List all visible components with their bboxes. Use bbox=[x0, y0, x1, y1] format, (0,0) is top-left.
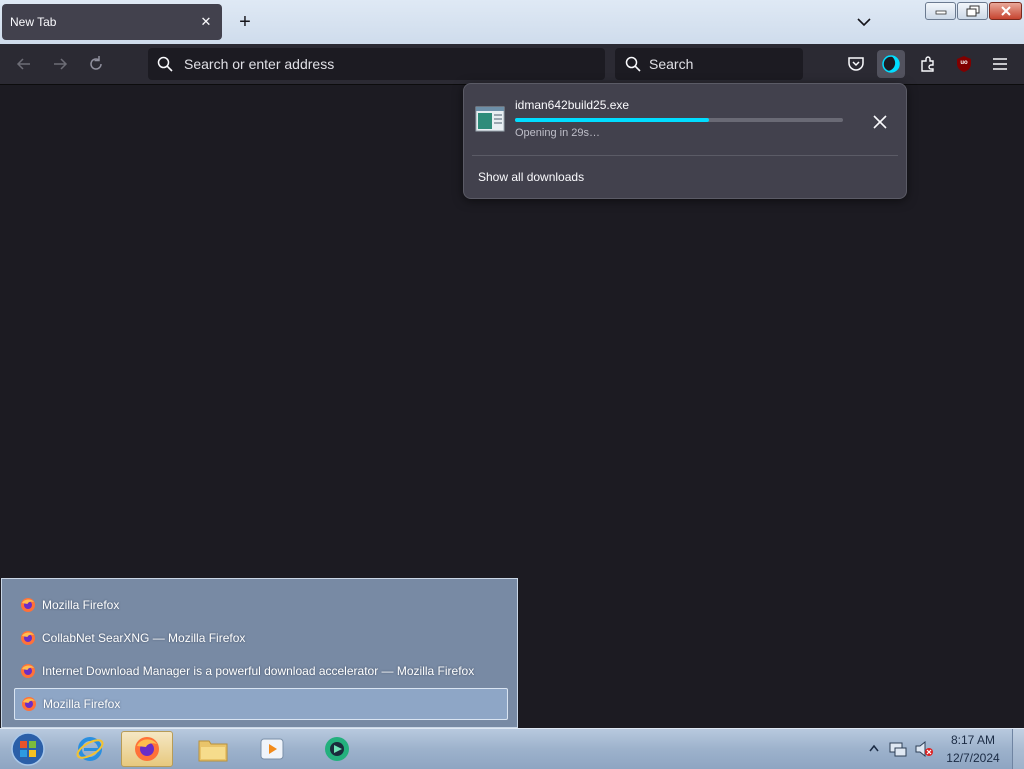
download-status: Opening in 29s… bbox=[515, 127, 600, 139]
search-bar[interactable] bbox=[615, 48, 803, 80]
download-filename: idman642build25.exe bbox=[515, 98, 630, 112]
chevron-down-icon bbox=[857, 18, 871, 27]
firefox-icon bbox=[21, 631, 35, 645]
pocket-button[interactable] bbox=[842, 50, 870, 78]
start-button[interactable] bbox=[2, 731, 54, 767]
internet-download-manager-icon bbox=[325, 737, 349, 761]
media-player-icon bbox=[260, 738, 284, 760]
new-tab-button[interactable]: + bbox=[234, 11, 256, 33]
open-menu-button[interactable] bbox=[986, 50, 1014, 78]
show-hidden-icons-icon[interactable] bbox=[869, 744, 879, 752]
clock-time[interactable]: 8:17 AM bbox=[944, 733, 1002, 747]
taskbar-idm[interactable] bbox=[311, 731, 363, 767]
firefox-icon bbox=[135, 737, 159, 761]
windows-taskbar: 8:17 AM 12/7/2024 bbox=[0, 728, 1024, 769]
extensions-button[interactable] bbox=[914, 50, 942, 78]
window-list-item[interactable]: Internet Download Manager is a powerful … bbox=[14, 655, 508, 687]
download-progress-icon bbox=[882, 55, 900, 73]
tab-title: New Tab bbox=[10, 15, 57, 29]
address-input[interactable] bbox=[182, 55, 566, 73]
taskbar-firefox[interactable] bbox=[121, 731, 173, 767]
panel-divider bbox=[472, 155, 898, 156]
reload-icon[interactable] bbox=[86, 54, 106, 74]
clock-date[interactable]: 12/7/2024 bbox=[944, 751, 1002, 765]
address-bar[interactable] bbox=[148, 48, 605, 80]
search-icon bbox=[157, 56, 173, 72]
volume-muted-icon[interactable] bbox=[914, 740, 934, 758]
window-list-item[interactable]: CollabNet SearXNG — Mozilla Firefox bbox=[14, 622, 508, 654]
window-list-item-label: CollabNet SearXNG — Mozilla Firefox bbox=[42, 631, 246, 645]
taskbar-internet-explorer[interactable] bbox=[64, 731, 116, 767]
hamburger-menu-icon bbox=[993, 58, 1007, 70]
taskbar-file-explorer[interactable] bbox=[187, 731, 239, 767]
navigation-toolbar: uo bbox=[0, 44, 1024, 85]
restore-button[interactable] bbox=[957, 2, 988, 20]
window-list-item[interactable]: Mozilla Firefox bbox=[14, 589, 508, 621]
firefox-icon bbox=[22, 697, 36, 711]
minimize-icon bbox=[935, 10, 946, 15]
downloads-button[interactable] bbox=[877, 50, 905, 78]
window-list-item-label: Internet Download Manager is a powerful … bbox=[42, 664, 475, 678]
windows-start-orb-icon bbox=[11, 732, 45, 766]
window-list-item-label: Mozilla Firefox bbox=[43, 697, 121, 711]
window-list-item[interactable]: Mozilla Firefox bbox=[14, 688, 508, 720]
taskbar-media-player[interactable] bbox=[246, 731, 298, 767]
forward-arrow-icon[interactable] bbox=[50, 54, 70, 74]
close-icon bbox=[1000, 6, 1011, 16]
pocket-icon bbox=[848, 57, 864, 71]
ublock-origin-button[interactable]: uo bbox=[950, 50, 978, 78]
download-progress-fill bbox=[515, 118, 709, 122]
puzzle-piece-icon bbox=[921, 56, 934, 72]
downloads-panel: idman642build25.exe Opening in 29s… Show… bbox=[463, 83, 907, 199]
window-list-item-label: Mozilla Firefox bbox=[42, 598, 120, 612]
tab-strip: New Tab ✕ + bbox=[0, 0, 1024, 44]
list-all-tabs-button[interactable] bbox=[852, 12, 876, 32]
firefox-icon bbox=[21, 664, 35, 678]
folder-icon bbox=[198, 740, 228, 762]
back-arrow-icon[interactable] bbox=[14, 54, 34, 74]
close-icon bbox=[873, 115, 887, 129]
taskbar-window-list: Mozilla Firefox CollabNet SearXNG — Mozil… bbox=[1, 578, 518, 728]
close-window-button[interactable] bbox=[989, 2, 1022, 20]
cancel-download-button[interactable] bbox=[868, 110, 892, 134]
show-desktop-button[interactable] bbox=[1012, 729, 1024, 769]
tab-close-icon[interactable]: ✕ bbox=[198, 14, 214, 30]
tab-new-tab[interactable]: New Tab ✕ bbox=[2, 4, 222, 40]
restore-icon bbox=[966, 5, 979, 17]
download-progress-bar bbox=[515, 118, 843, 122]
search-icon bbox=[625, 56, 641, 72]
network-icon[interactable] bbox=[888, 740, 908, 758]
minimize-button[interactable] bbox=[925, 2, 956, 20]
executable-file-icon bbox=[475, 106, 505, 132]
internet-explorer-icon bbox=[76, 737, 104, 761]
ublock-badge: uo bbox=[960, 60, 968, 66]
show-all-downloads-button[interactable]: Show all downloads bbox=[478, 170, 584, 184]
firefox-icon bbox=[21, 598, 35, 612]
search-input[interactable] bbox=[647, 55, 791, 73]
